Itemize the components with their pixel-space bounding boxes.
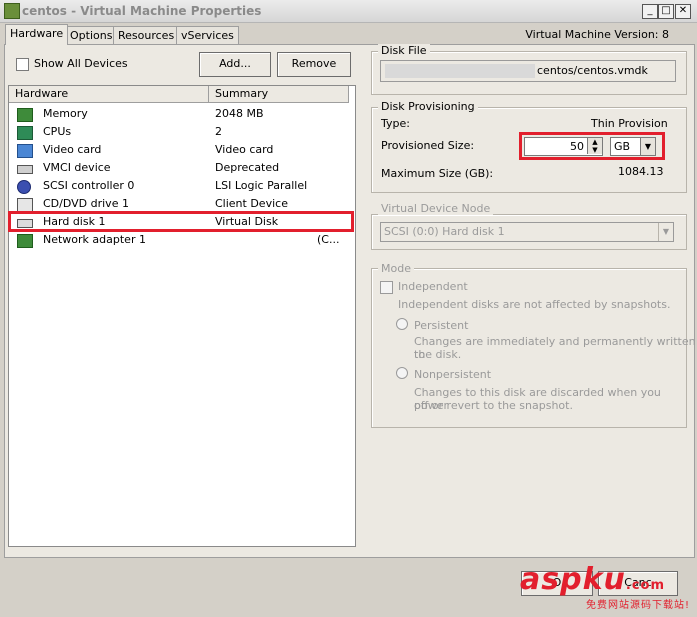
independent-checkbox[interactable] [380, 281, 393, 294]
close-icon[interactable]: ✕ [675, 4, 691, 19]
tab-options[interactable]: Options [65, 26, 118, 44]
type-label: Type: [381, 117, 410, 130]
list-item[interactable]: Video card Video card [9, 141, 353, 159]
memory-icon [17, 108, 33, 122]
list-item[interactable]: CPUs 2 [9, 123, 353, 141]
cdrom-icon [17, 198, 33, 212]
persistent-radio[interactable] [396, 318, 408, 330]
chevron-down-icon[interactable]: ▼ [658, 223, 673, 241]
nonpersistent-description-line2: off or revert to the snapshot. [414, 399, 573, 412]
tab-hardware[interactable]: Hardware [5, 24, 69, 45]
max-size-label: Maximum Size (GB): [381, 167, 494, 180]
window-title: centos - Virtual Machine Properties [22, 4, 262, 18]
list-item[interactable]: Memory 2048 MB [9, 105, 353, 123]
disk-file-label: Disk File [378, 44, 430, 57]
max-size-value: 1084.13 [618, 165, 664, 178]
vm-version-label: Virtual Machine Version: 8 [525, 28, 669, 41]
hardware-list: Hardware Summary Memory 2048 MB CPUs 2 V… [8, 85, 356, 547]
monitor-icon [17, 144, 33, 158]
nonpersistent-radio[interactable] [396, 367, 408, 379]
size-unit-select[interactable]: GB ▼ [610, 137, 656, 156]
spin-down-icon[interactable]: ▼ [587, 146, 602, 154]
chevron-down-icon[interactable]: ▼ [640, 138, 655, 155]
disk-file-path: centos/centos.vmdk [537, 64, 648, 77]
watermark-subtitle: 免费网站源码下载站! [586, 600, 691, 611]
network-icon [17, 234, 33, 248]
hard-disk-highlight-box [8, 211, 354, 232]
list-item[interactable]: SCSI controller 0 LSI Logic Parallel [9, 177, 353, 195]
independent-description: Independent disks are not affected by sn… [398, 298, 671, 311]
provisioned-size-label: Provisioned Size: [381, 139, 475, 152]
list-header: Hardware Summary [9, 86, 349, 103]
redacted-path [385, 64, 535, 78]
title-bar: centos - Virtual Machine Properties _ □ … [0, 0, 697, 23]
scsi-icon [17, 180, 31, 194]
remove-button[interactable]: Remove [277, 52, 351, 77]
persistent-label: Persistent [414, 319, 469, 332]
list-item[interactable]: VMCI device Deprecated [9, 159, 353, 177]
list-item[interactable]: Network adapter 1 (C... [9, 231, 353, 249]
watermark-logo: aspku.com 免费网站源码下载站! [520, 562, 691, 611]
virtual-device-node-label: Virtual Device Node [378, 202, 494, 215]
column-hardware[interactable]: Hardware [15, 87, 68, 100]
independent-label: Independent [398, 280, 468, 293]
show-all-devices-checkbox[interactable] [16, 58, 29, 71]
show-all-devices-label: Show All Devices [34, 57, 128, 70]
persistent-description-line2: the disk. [414, 348, 462, 361]
cpu-icon [17, 126, 33, 140]
type-value: Thin Provision [591, 117, 668, 130]
nonpersistent-label: Nonpersistent [414, 368, 492, 381]
disk-file-field: centos/centos.vmdk [380, 60, 676, 82]
tab-resources[interactable]: Resources [113, 26, 180, 44]
disk-provisioning-label: Disk Provisioning [378, 100, 478, 113]
tab-vservices[interactable]: vServices [176, 26, 239, 44]
vm-app-icon [4, 3, 20, 19]
column-summary[interactable]: Summary [215, 87, 268, 100]
vmci-icon [17, 165, 33, 174]
virtual-device-node-select[interactable]: SCSI (0:0) Hard disk 1 ▼ [380, 222, 674, 242]
provisioned-size-input[interactable]: 50 ▲ ▼ [524, 137, 603, 156]
maximize-icon[interactable]: □ [658, 4, 674, 19]
minimize-icon[interactable]: _ [642, 4, 658, 19]
mode-label: Mode [378, 262, 414, 275]
add-button[interactable]: Add... [199, 52, 271, 77]
